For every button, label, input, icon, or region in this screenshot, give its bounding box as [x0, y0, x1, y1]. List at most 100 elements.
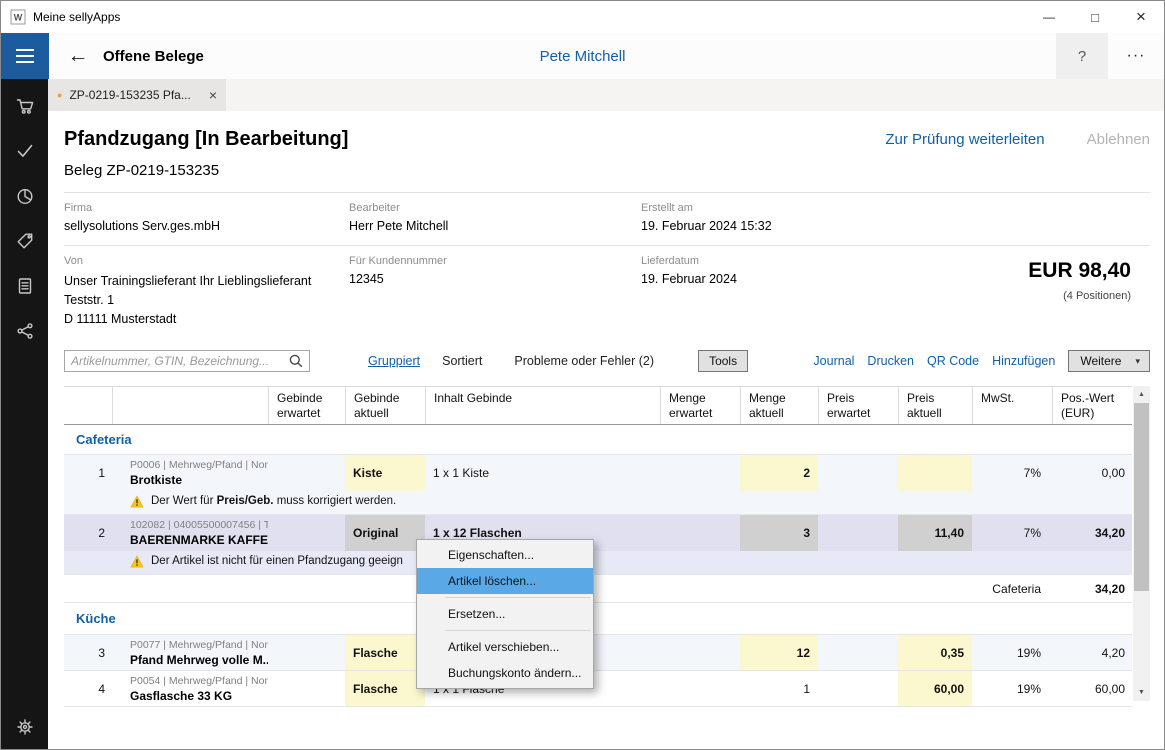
tab-label: ZP-0219-153235 Pfa... — [69, 88, 202, 102]
search-icon[interactable] — [289, 354, 303, 368]
document-tab[interactable]: ● ZP-0219-153235 Pfa... × — [48, 79, 226, 111]
info-row-2: Von Unser Trainingslieferant Ihr Lieblin… — [64, 246, 1150, 336]
pos-wert-cell: 0,00 — [1052, 455, 1132, 491]
positions-table: Gebinde erwartet Gebinde aktuell Inhalt … — [64, 386, 1150, 707]
close-button[interactable]: × — [1118, 1, 1164, 33]
back-icon[interactable]: ← — [63, 44, 93, 68]
chevron-down-icon: ▾ — [1135, 356, 1140, 367]
table-row[interactable]: 1 P0006 | Mehrweg/Pfand | Non ... Brotki… — [64, 455, 1132, 491]
table-header: Gebinde erwartet Gebinde aktuell Inhalt … — [64, 386, 1132, 425]
table-row[interactable]: 3 P0077 | Mehrweg/Pfand | Non ... Pfand … — [64, 635, 1132, 671]
ledger-icon[interactable] — [15, 276, 35, 296]
col-pos-wert: Pos.-Wert (EUR) — [1052, 387, 1132, 424]
probleme-link[interactable]: Probleme oder Fehler (2) — [514, 354, 654, 368]
forward-for-review-link[interactable]: Zur Prüfung weiterleiten — [885, 131, 1044, 148]
tab-status-dot: ● — [57, 90, 62, 100]
window-title: Meine sellyApps — [33, 10, 1026, 24]
item-toolbar: Gruppiert Sortiert Probleme oder Fehler … — [64, 349, 1150, 373]
svg-text:W: W — [14, 13, 23, 23]
hinzufuegen-link[interactable]: Hinzufügen — [992, 354, 1055, 368]
menu-item-ersetzen[interactable]: Ersetzen... — [417, 601, 593, 627]
menge-aktuell-cell[interactable]: 2 — [740, 455, 818, 491]
gear-icon — [15, 717, 35, 737]
sortiert-link[interactable]: Sortiert — [442, 354, 482, 368]
von-line-1: Unser Trainingslieferant Ihr Lieblingsli… — [64, 272, 349, 291]
total-amount: EUR 98,40 — [881, 259, 1131, 283]
checkmark-icon[interactable] — [15, 141, 35, 161]
drucken-link[interactable]: Drucken — [867, 354, 914, 368]
bearbeiter-value: Herr Pete Mitchell — [349, 219, 641, 233]
menge-aktuell-cell[interactable]: 12 — [740, 635, 818, 670]
menu-item-eigenschaften[interactable]: Eigenschaften... — [417, 542, 593, 568]
article-name: Gasflasche 33 KG — [130, 689, 232, 703]
warning-icon — [130, 495, 144, 508]
row-number: 3 — [64, 635, 112, 670]
weitere-button[interactable]: Weitere ▾ — [1068, 350, 1150, 372]
warning-icon — [130, 555, 144, 568]
lieferdatum-label: Lieferdatum — [641, 255, 881, 267]
firma-label: Firma — [64, 202, 349, 214]
warning-row: Der Artikel ist nicht für einen Pfandzug… — [64, 551, 1132, 575]
menge-aktuell-cell[interactable]: 1 — [740, 671, 818, 706]
price-tag-icon[interactable] — [15, 231, 35, 251]
cart-icon[interactable] — [15, 96, 35, 116]
maximize-button[interactable]: □ — [1072, 1, 1118, 33]
table-row[interactable]: 4 P0054 | Mehrweg/Pfand | Non ... Gasfla… — [64, 671, 1132, 707]
menu-separator — [445, 630, 591, 631]
app-header: ← Offene Belege Pete Mitchell ? ··· — [1, 33, 1164, 79]
menu-item-artikel-verschieben[interactable]: Artikel verschieben... — [417, 634, 593, 660]
minimize-button[interactable]: — — [1026, 1, 1072, 33]
position-count: (4 Positionen) — [881, 290, 1131, 302]
help-button[interactable]: ? — [1056, 33, 1108, 79]
inhalt-cell: 1 x 1 Kiste — [425, 455, 660, 491]
preis-aktuell-cell[interactable]: 0,35 — [898, 635, 972, 670]
pie-chart-icon[interactable] — [15, 186, 35, 206]
table-row-selected[interactable]: 2 102082 | 04005500007456 | Tee |... BAE… — [64, 515, 1132, 551]
qr-code-link[interactable]: QR Code — [927, 354, 979, 368]
gebinde-aktuell-cell[interactable]: Flasche — [345, 671, 425, 706]
menu-item-artikel-loeschen[interactable]: Artikel löschen... — [417, 568, 593, 594]
page-title: Offene Belege — [103, 48, 204, 65]
user-name-link[interactable]: Pete Mitchell — [540, 33, 626, 79]
von-line-2: Teststr. 1 — [64, 291, 349, 310]
vertical-scrollbar[interactable]: ▲ ▼ — [1133, 386, 1150, 701]
gebinde-aktuell-cell[interactable]: Original — [345, 515, 425, 551]
gruppiert-link[interactable]: Gruppiert — [368, 354, 420, 368]
preis-aktuell-cell[interactable]: 60,00 — [898, 671, 972, 706]
journal-link[interactable]: Journal — [813, 354, 854, 368]
sidebar — [1, 79, 48, 749]
von-line-3: D 11111 Musterstadt — [64, 310, 349, 329]
mwst-cell: 7% — [972, 515, 1052, 551]
col-gebinde-erwartet: Gebinde erwartet — [268, 387, 345, 424]
document-number: Beleg ZP-0219-153235 — [64, 162, 1150, 179]
col-mwst: MwSt. — [972, 387, 1052, 424]
more-options-button[interactable]: ··· — [1108, 33, 1164, 79]
warning-text: Der Artikel ist nicht für einen Pfandzug… — [151, 555, 403, 567]
gebinde-aktuell-cell[interactable]: Flasche — [345, 635, 425, 670]
hamburger-menu-button[interactable] — [1, 33, 49, 79]
mwst-cell: 19% — [972, 635, 1052, 670]
article-search[interactable] — [64, 350, 310, 372]
tab-close-icon[interactable]: × — [209, 87, 217, 103]
preis-aktuell-cell[interactable]: 11,40 — [898, 515, 972, 551]
header-actions: ? ··· — [1056, 33, 1164, 79]
row-number: 1 — [64, 455, 112, 491]
search-input[interactable] — [65, 354, 289, 368]
menge-aktuell-cell[interactable]: 3 — [740, 515, 818, 551]
tools-button[interactable]: Tools — [698, 350, 748, 372]
scroll-down-icon[interactable]: ▼ — [1133, 685, 1150, 700]
settings-button[interactable] — [1, 717, 49, 737]
gebinde-aktuell-cell[interactable]: Kiste — [345, 455, 425, 491]
scrollbar-thumb[interactable] — [1134, 403, 1149, 591]
share-network-icon[interactable] — [15, 321, 35, 341]
preis-aktuell-cell[interactable] — [898, 455, 972, 491]
row-number: 4 — [64, 671, 112, 706]
subtotal-value: 34,20 — [1052, 575, 1132, 602]
scroll-up-icon[interactable]: ▲ — [1133, 387, 1150, 402]
menu-item-buchungskonto-aendern[interactable]: Buchungskonto ändern... — [417, 660, 593, 686]
pos-wert-cell: 34,20 — [1052, 515, 1132, 551]
article-name: Brotkiste — [130, 473, 182, 487]
reject-link[interactable]: Ablehnen — [1087, 131, 1150, 148]
document-title: Pfandzugang [In Bearbeitung] — [64, 128, 348, 151]
col-preis-aktuell: Preis aktuell — [898, 387, 972, 424]
